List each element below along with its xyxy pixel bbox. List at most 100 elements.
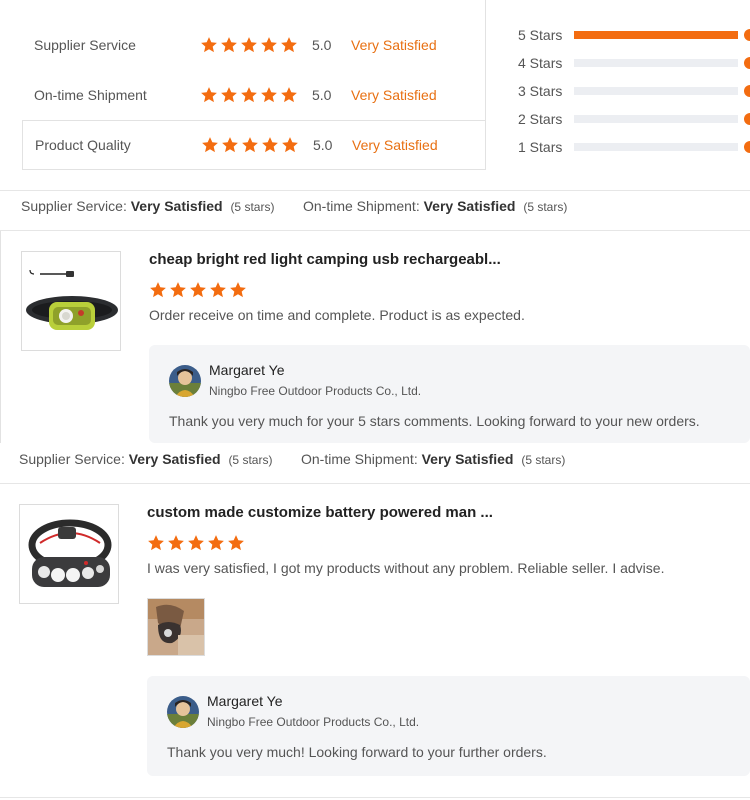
histogram-label: 3 Stars	[518, 83, 563, 99]
star-icon	[281, 136, 299, 154]
star-icon	[227, 534, 245, 552]
review-card-border	[0, 231, 1, 443]
star-icon	[187, 534, 205, 552]
review-text: I was very satisfied, I got my products …	[147, 560, 665, 576]
histogram-track	[574, 31, 738, 39]
supplier-service-value: Very Satisfied	[130, 198, 223, 214]
divider	[0, 483, 750, 484]
shipment-stars: (5 stars)	[521, 453, 566, 467]
avatar	[169, 365, 201, 397]
review-meta: Supplier Service: Very Satisfied (5 star…	[19, 451, 272, 467]
product-thumbnail[interactable]	[19, 504, 119, 604]
supplier-service-value: Very Satisfied	[128, 451, 221, 467]
summary-score: 5.0	[312, 87, 332, 103]
histogram-row-5[interactable]: 5 Stars	[518, 25, 750, 45]
reply-company: Ningbo Free Outdoor Products Co., Ltd.	[207, 715, 420, 729]
star-icon	[260, 86, 278, 104]
reply-author-name: Margaret Ye	[207, 693, 283, 709]
avatar-image	[167, 696, 199, 728]
star-icon	[261, 136, 279, 154]
summary-label: Supplier Service	[34, 37, 136, 53]
histogram-label: 1 Stars	[518, 139, 563, 155]
histogram-count-dot	[744, 113, 750, 125]
summary-row-supplier-service: Supplier Service 5.0 Very Satisfied	[22, 20, 486, 70]
star-icon	[209, 281, 227, 299]
histogram-track	[574, 87, 738, 95]
summary-label: Product Quality	[35, 137, 131, 153]
summary-stars	[200, 36, 298, 54]
star-icon	[167, 534, 185, 552]
histogram-label: 5 Stars	[518, 27, 563, 43]
histogram-track	[574, 115, 738, 123]
star-icon	[220, 86, 238, 104]
star-icon	[260, 36, 278, 54]
review-rating-stars	[147, 534, 245, 552]
reply-company: Ningbo Free Outdoor Products Co., Ltd.	[209, 384, 422, 398]
histogram-count-dot	[744, 57, 750, 69]
divider	[0, 190, 750, 191]
star-icon	[147, 534, 165, 552]
star-icon	[207, 534, 225, 552]
star-icon	[280, 86, 298, 104]
avatar	[167, 696, 199, 728]
summary-status: Very Satisfied	[351, 37, 437, 53]
supplier-service-label: Supplier Service:	[19, 451, 125, 467]
supplier-service-stars: (5 stars)	[230, 200, 275, 214]
divider	[0, 797, 750, 798]
reply-author-name: Margaret Ye	[209, 362, 285, 378]
product-title-link[interactable]: custom made customize battery powered ma…	[147, 504, 493, 521]
summary-row-product-quality[interactable]: Product Quality 5.0 Very Satisfied	[22, 120, 486, 170]
supplier-reply: Margaret Ye Ningbo Free Outdoor Products…	[147, 676, 750, 776]
histogram-row-2[interactable]: 2 Stars	[518, 109, 750, 129]
summary-stars	[201, 136, 299, 154]
review-meta: Supplier Service: Very Satisfied (5 star…	[21, 198, 274, 214]
summary-score: 5.0	[313, 137, 333, 153]
avatar-image	[169, 365, 201, 397]
star-icon	[241, 136, 259, 154]
shipment-stars: (5 stars)	[523, 200, 568, 214]
star-icon	[280, 36, 298, 54]
star-icon	[200, 36, 218, 54]
star-icon	[240, 86, 258, 104]
product-title-link[interactable]: cheap bright red light camping usb recha…	[149, 251, 501, 268]
summary-label: On-time Shipment	[34, 87, 147, 103]
headlamp-product-image	[22, 252, 120, 350]
review-text: Order receive on time and complete. Prod…	[149, 307, 525, 323]
histogram-count-dot	[744, 141, 750, 153]
star-icon	[200, 86, 218, 104]
histogram-label: 2 Stars	[518, 111, 563, 127]
shipment-value: Very Satisfied	[421, 451, 514, 467]
product-thumbnail[interactable]	[21, 251, 121, 351]
review-meta-shipment: On-time Shipment: Very Satisfied (5 star…	[301, 451, 565, 467]
histogram-count-dot	[744, 85, 750, 97]
histogram-label: 4 Stars	[518, 55, 563, 71]
summary-status: Very Satisfied	[352, 137, 438, 153]
shipment-label: On-time Shipment:	[301, 451, 418, 467]
summary-stars	[200, 86, 298, 104]
reply-text: Thank you very much! Looking forward to …	[167, 744, 547, 760]
star-icon	[201, 136, 219, 154]
review-photo-thumbnail[interactable]	[147, 598, 205, 656]
summary-score: 5.0	[312, 37, 332, 53]
histogram-row-3[interactable]: 3 Stars	[518, 81, 750, 101]
headlamp-product-image	[20, 505, 118, 603]
histogram-row-1[interactable]: 1 Stars	[518, 137, 750, 157]
supplier-service-label: Supplier Service:	[21, 198, 127, 214]
divider	[0, 230, 750, 231]
shipment-label: On-time Shipment:	[303, 198, 420, 214]
histogram-track	[574, 143, 738, 151]
reply-text: Thank you very much for your 5 stars com…	[169, 413, 700, 429]
review-meta-shipment: On-time Shipment: Very Satisfied (5 star…	[303, 198, 567, 214]
star-icon	[220, 36, 238, 54]
review-rating-stars	[149, 281, 247, 299]
histogram-row-4[interactable]: 4 Stars	[518, 53, 750, 73]
review-photo	[148, 599, 204, 655]
histogram-count-dot	[744, 29, 750, 41]
summary-status: Very Satisfied	[351, 87, 437, 103]
star-icon	[221, 136, 239, 154]
shipment-value: Very Satisfied	[423, 198, 516, 214]
supplier-service-stars: (5 stars)	[228, 453, 273, 467]
star-icon	[169, 281, 187, 299]
star-icon	[149, 281, 167, 299]
histogram-track	[574, 59, 738, 67]
